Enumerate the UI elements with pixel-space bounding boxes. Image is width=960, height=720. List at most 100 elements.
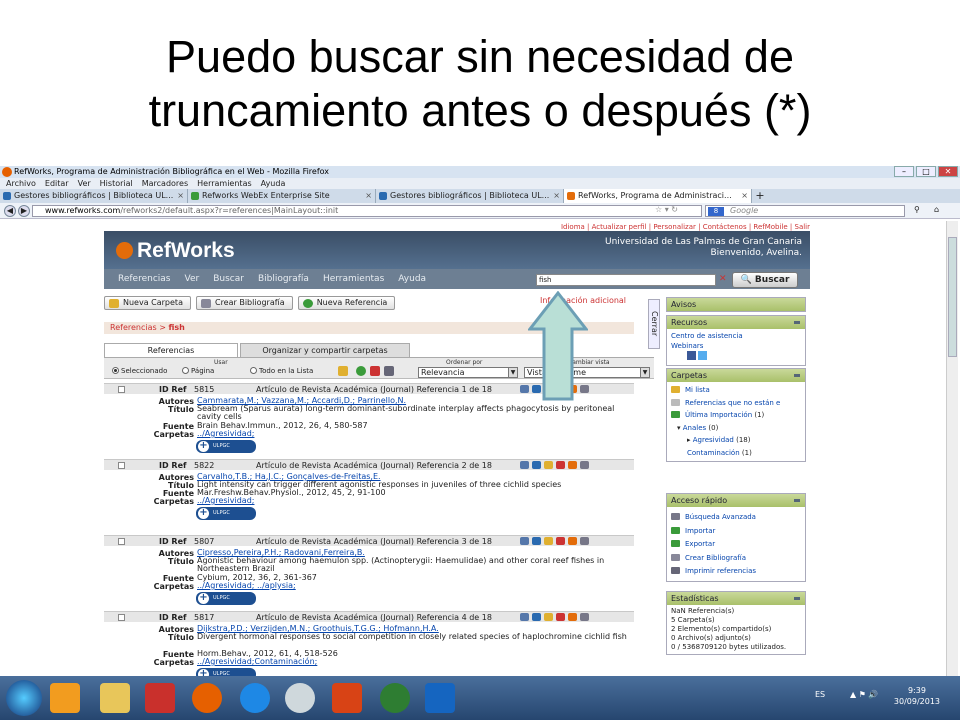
menu-ayuda[interactable]: Ayuda	[261, 178, 286, 189]
folder-contaminacion[interactable]: Contaminación (1)	[671, 447, 801, 460]
menu-herramientas[interactable]: Herramientas	[197, 178, 252, 189]
close-window-button[interactable]: ✕	[938, 166, 958, 177]
folder-agresividad[interactable]: ▸ Agresividad (18)	[671, 434, 801, 447]
refworks-top-links[interactable]: Idioma | Actualizar perfil | Personaliza…	[520, 223, 810, 231]
nav-ayuda[interactable]: Ayuda	[398, 269, 426, 289]
google-search-input[interactable]: 8 Google	[705, 205, 905, 217]
ulpgc-link-button[interactable]: + ULPGC	[196, 507, 256, 520]
radio-seleccionado[interactable]: Seleccionado	[112, 367, 167, 375]
check-icon[interactable]	[356, 366, 366, 376]
search-icon[interactable]: ⚲	[914, 205, 920, 214]
back-icon[interactable]: ◀	[4, 205, 16, 217]
tray-icons[interactable]: ▲ ⚑ 🔊	[850, 690, 878, 699]
record-checkbox[interactable]	[118, 538, 125, 545]
link-icon[interactable]	[532, 613, 541, 621]
delete-icon[interactable]	[370, 366, 380, 376]
browser-tab-4[interactable]: RefWorks, Programa de Administraci... ×	[564, 189, 752, 203]
link-icon[interactable]	[532, 537, 541, 545]
forward-icon[interactable]: ▶	[18, 205, 30, 217]
code-icon[interactable]	[568, 461, 577, 469]
acrobat-icon[interactable]	[145, 683, 175, 713]
view-icon[interactable]	[520, 461, 529, 469]
search-icon[interactable]	[580, 537, 589, 545]
record-folders[interactable]: ../Agresividad;Contaminación;	[197, 658, 627, 666]
new-tab-button[interactable]: +	[752, 189, 768, 203]
radio-pagina[interactable]: Página	[182, 367, 214, 375]
collapse-icon[interactable]	[794, 321, 800, 324]
collapse-icon[interactable]	[794, 499, 800, 502]
word-icon[interactable]	[425, 683, 455, 713]
exportar-link[interactable]: Exportar	[671, 538, 801, 552]
tab-close-icon[interactable]: ×	[177, 189, 184, 203]
clear-search-icon[interactable]: ✕	[719, 274, 727, 284]
menu-editar[interactable]: Editar	[45, 178, 69, 189]
importar-link[interactable]: Importar	[671, 525, 801, 539]
collapse-icon[interactable]	[794, 374, 800, 377]
collapse-icon[interactable]	[794, 597, 800, 600]
internet-explorer-icon[interactable]	[240, 683, 270, 713]
radio-todo-lista[interactable]: Todo en la Lista	[250, 367, 313, 375]
view-icon[interactable]	[520, 613, 529, 621]
folder-sin-carpeta[interactable]: Referencias que no están e	[671, 397, 801, 410]
edit-icon[interactable]	[544, 461, 553, 469]
record-checkbox[interactable]	[118, 386, 125, 393]
edit-icon[interactable]	[544, 613, 553, 621]
folder-mi-lista[interactable]: Mi lista	[671, 384, 801, 397]
imprimir-referencias-link[interactable]: Imprimir referencias	[671, 565, 801, 579]
folder-ultima-importacion[interactable]: Última Importación (1)	[671, 409, 801, 422]
crear-bibliografia-link[interactable]: Crear Bibliografía	[671, 552, 801, 566]
record-folders[interactable]: ../Agresividad; ../aplysia;	[197, 582, 627, 590]
menu-archivo[interactable]: Archivo	[6, 178, 36, 189]
delete-icon[interactable]	[556, 613, 565, 621]
code-icon[interactable]	[568, 613, 577, 621]
buscar-button[interactable]: 🔍 Buscar	[732, 272, 798, 288]
record-checkbox[interactable]	[118, 462, 125, 469]
browser-tab-1[interactable]: Gestores bibliográficos | Biblioteca UL.…	[0, 189, 188, 203]
language-indicator[interactable]: ES	[815, 690, 825, 699]
cerrar-sidebar-tab[interactable]: Cerrar	[648, 299, 660, 349]
code-icon[interactable]	[568, 537, 577, 545]
nueva-referencia-button[interactable]: Nueva Referencia	[297, 296, 396, 310]
ordenar-select[interactable]: Relevancia ▼	[418, 367, 518, 378]
nav-buscar[interactable]: Buscar	[213, 269, 244, 289]
nav-referencias[interactable]: Referencias	[118, 269, 171, 289]
ulpgc-link-button[interactable]: + ULPGC	[196, 440, 256, 453]
record-folders[interactable]: ../Agresividad;	[197, 497, 627, 505]
home-icon[interactable]: ⌂	[934, 205, 939, 214]
twitter-icon[interactable]	[698, 351, 708, 360]
crear-bibliografia-button[interactable]: Crear Bibliografía	[195, 296, 293, 310]
nueva-carpeta-button[interactable]: Nueva Carpeta	[104, 296, 191, 310]
menu-ver[interactable]: Ver	[78, 178, 91, 189]
minimize-button[interactable]: –	[894, 166, 914, 177]
media-player-icon[interactable]	[50, 683, 80, 713]
nav-ver[interactable]: Ver	[185, 269, 200, 289]
breadcrumb-root[interactable]: Referencias	[110, 323, 157, 332]
system-clock[interactable]: 9:39 30/09/2013	[894, 685, 940, 707]
start-button[interactable]	[6, 680, 42, 716]
folder-anales[interactable]: ▾ Anales (0)	[671, 422, 801, 435]
facebook-icon[interactable]	[687, 351, 696, 360]
menu-marcadores[interactable]: Marcadores	[142, 178, 188, 189]
network-icon[interactable]	[285, 683, 315, 713]
folder-add-icon[interactable]	[338, 366, 348, 376]
webinars-link[interactable]: Webinars	[671, 341, 801, 351]
scrollbar-thumb[interactable]	[948, 237, 957, 357]
firefox-taskbar-icon[interactable]	[192, 683, 222, 713]
view-icon[interactable]	[520, 537, 529, 545]
search-icon[interactable]	[580, 613, 589, 621]
url-bar[interactable]: www.refworks.com/refworks2/default.aspx?…	[32, 205, 702, 217]
browser-tab-3[interactable]: Gestores bibliográficos | Biblioteca UL.…	[376, 189, 564, 203]
ulpgc-link-button[interactable]: + ULPGC	[196, 592, 256, 605]
centro-asistencia-link[interactable]: Centro de asistencia	[671, 331, 801, 341]
delete-icon[interactable]	[556, 537, 565, 545]
page-scrollbar[interactable]	[946, 221, 958, 681]
file-explorer-icon[interactable]	[100, 683, 130, 713]
chrome-icon[interactable]	[380, 683, 410, 713]
avisos-title[interactable]: Avisos	[667, 298, 805, 311]
search-icon[interactable]	[580, 461, 589, 469]
busqueda-avanzada-link[interactable]: Búsqueda Avanzada	[671, 511, 801, 525]
nav-herramientas[interactable]: Herramientas	[323, 269, 384, 289]
edit-icon[interactable]	[544, 537, 553, 545]
powerpoint-icon[interactable]	[332, 683, 362, 713]
tab-close-icon[interactable]: ×	[365, 189, 372, 203]
